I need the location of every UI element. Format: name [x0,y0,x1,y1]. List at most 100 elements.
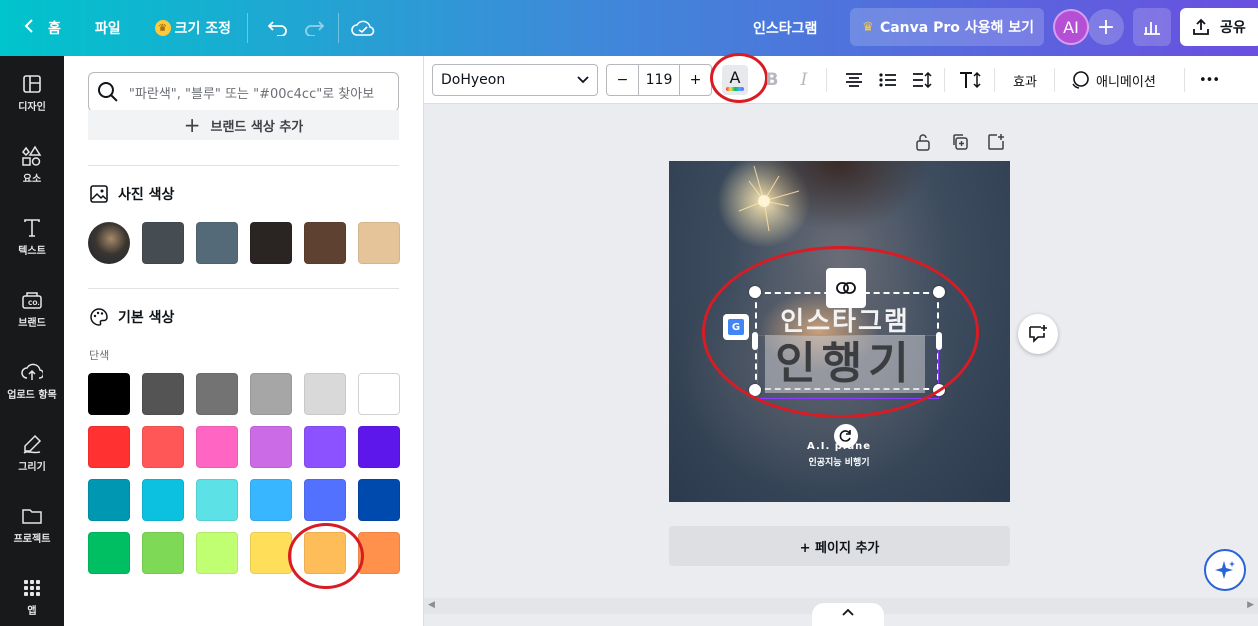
brand-subtitle-text[interactable]: 인공지능 비행기 [779,455,899,468]
solid-color-swatch[interactable] [358,373,400,415]
photo-color-swatch[interactable] [358,222,400,264]
solid-color-swatch[interactable] [250,479,292,521]
effects-button[interactable]: 효과 [1008,68,1042,92]
rail-item-uploads[interactable]: 업로드 항목 [0,362,64,401]
solid-color-swatch[interactable] [196,479,238,521]
resize-handle[interactable] [933,286,945,298]
more-options-button[interactable]: ••• [1196,68,1222,92]
rail-label: 요소 [22,174,42,185]
text-color-button[interactable]: A [722,65,748,95]
rail-item-design[interactable]: 디자인 [0,74,64,113]
solid-color-swatch[interactable] [196,373,238,415]
solid-color-swatch[interactable] [142,479,184,521]
solid-color-swatch[interactable] [250,426,292,468]
solid-color-swatch[interactable] [304,479,346,521]
bold-button[interactable]: B [762,68,782,92]
try-pro-button[interactable]: ♛ Canva Pro 사용해 보기 [850,8,1044,46]
rail-label: 텍스트 [18,246,46,257]
resize-handle[interactable] [749,384,761,396]
home-button[interactable]: 홈 [14,8,71,48]
duplicate-page-icon[interactable] [951,133,969,155]
solid-color-swatch[interactable] [250,373,292,415]
italic-button[interactable]: I [794,68,814,92]
font-family-dropdown[interactable]: DoHyeon [432,64,598,96]
resize-button[interactable]: ♛ 크기 조정 [145,8,241,48]
spacing-button[interactable] [910,68,934,92]
list-button[interactable] [876,68,900,92]
search-icon [97,82,118,102]
default-colors-heading: 기본 색상 [90,307,174,327]
rail-label: 브랜드 [18,318,46,329]
side-handle[interactable] [936,332,942,350]
scroll-left-icon[interactable]: ◀ [428,600,435,610]
translate-badge[interactable]: G [723,314,749,340]
undo-icon [267,21,287,36]
add-brand-color-label: 브랜드 색상 추가 [210,119,304,135]
avatar[interactable]: AI [1053,9,1089,45]
text-size-button[interactable] [958,68,982,92]
scroll-right-icon[interactable]: ▶ [1247,600,1254,610]
rail-item-draw[interactable]: 그리기 [0,434,64,473]
rail-item-projects[interactable]: 프로젝트 [0,506,64,545]
photo-color-swatch[interactable] [304,222,346,264]
divider [1184,68,1185,92]
solid-color-swatch[interactable] [304,532,346,574]
divider [826,68,827,92]
rail-item-apps[interactable]: 앱 [0,578,64,617]
font-size-input[interactable]: 119 [639,65,679,95]
solid-color-swatch[interactable] [142,373,184,415]
expand-pages-tab[interactable] [812,603,884,626]
solid-color-swatch[interactable] [358,479,400,521]
solid-color-swatch[interactable] [88,532,130,574]
photo-color-swatch[interactable] [196,222,238,264]
magic-assistant-button[interactable] [1204,549,1246,591]
add-comment-button[interactable] [1018,314,1058,354]
photo-thumbnail[interactable] [88,222,130,264]
animate-label: 애니메이션 [1096,74,1156,90]
brand-name-text[interactable]: A.I. plane [789,441,889,452]
photo-color-swatch[interactable] [250,222,292,264]
add-page-button[interactable]: + 페이지 추가 [669,526,1010,566]
solid-color-swatch[interactable] [88,479,130,521]
rail-item-text[interactable]: 텍스트 [0,218,64,257]
share-button[interactable]: 공유 [1180,8,1258,46]
resize-handle[interactable] [749,286,761,298]
redo-button[interactable] [296,10,332,46]
color-search-input[interactable]: "파란색", "블루" 또는 "#00c4cc"로 찾아보 [88,72,399,112]
solid-color-swatch[interactable] [358,426,400,468]
solid-color-swatch[interactable] [142,532,184,574]
rail-item-brand[interactable]: CO. 브랜드 [0,290,64,329]
solid-color-swatch[interactable] [304,373,346,415]
add-brand-color-button[interactable]: + 브랜드 색상 추가 [88,110,399,140]
home-label: 홈 [48,21,61,37]
decrease-size-button[interactable]: − [607,65,639,95]
page-lock-icon[interactable] [915,133,931,155]
solid-color-swatch[interactable] [196,532,238,574]
side-handle[interactable] [752,332,758,350]
resize-handle[interactable] [933,384,945,396]
add-page-icon[interactable] [987,133,1005,155]
animate-button[interactable]: 애니메이션 [1070,68,1156,92]
document-title[interactable]: 인스타그램 [753,18,817,38]
main-text[interactable]: 인행기 [765,335,925,393]
solid-color-swatch[interactable] [88,426,130,468]
undo-button[interactable] [260,10,296,46]
solid-color-swatch[interactable] [142,426,184,468]
increase-size-button[interactable]: + [679,65,711,95]
align-center-button[interactable] [842,68,866,92]
crown-icon: ♛ [154,20,171,36]
crown-icon: ♛ [862,19,874,35]
link-button[interactable] [826,268,866,308]
add-collaborator-button[interactable]: + [1088,9,1124,45]
solid-color-swatch[interactable] [358,532,400,574]
file-menu-button[interactable]: 파일 [85,8,131,48]
insights-button[interactable] [1133,8,1171,46]
cloud-save-button[interactable] [345,10,381,46]
rail-item-elements[interactable]: 요소 [0,146,64,185]
solid-color-swatch[interactable] [196,426,238,468]
photo-color-swatch[interactable] [142,222,184,264]
solid-color-swatch[interactable] [250,532,292,574]
solid-color-swatch[interactable] [88,373,130,415]
design-page[interactable]: 인스타그램 인행기 G A.I. plane 인공지능 비행기 [669,161,1010,502]
solid-color-swatch[interactable] [304,426,346,468]
